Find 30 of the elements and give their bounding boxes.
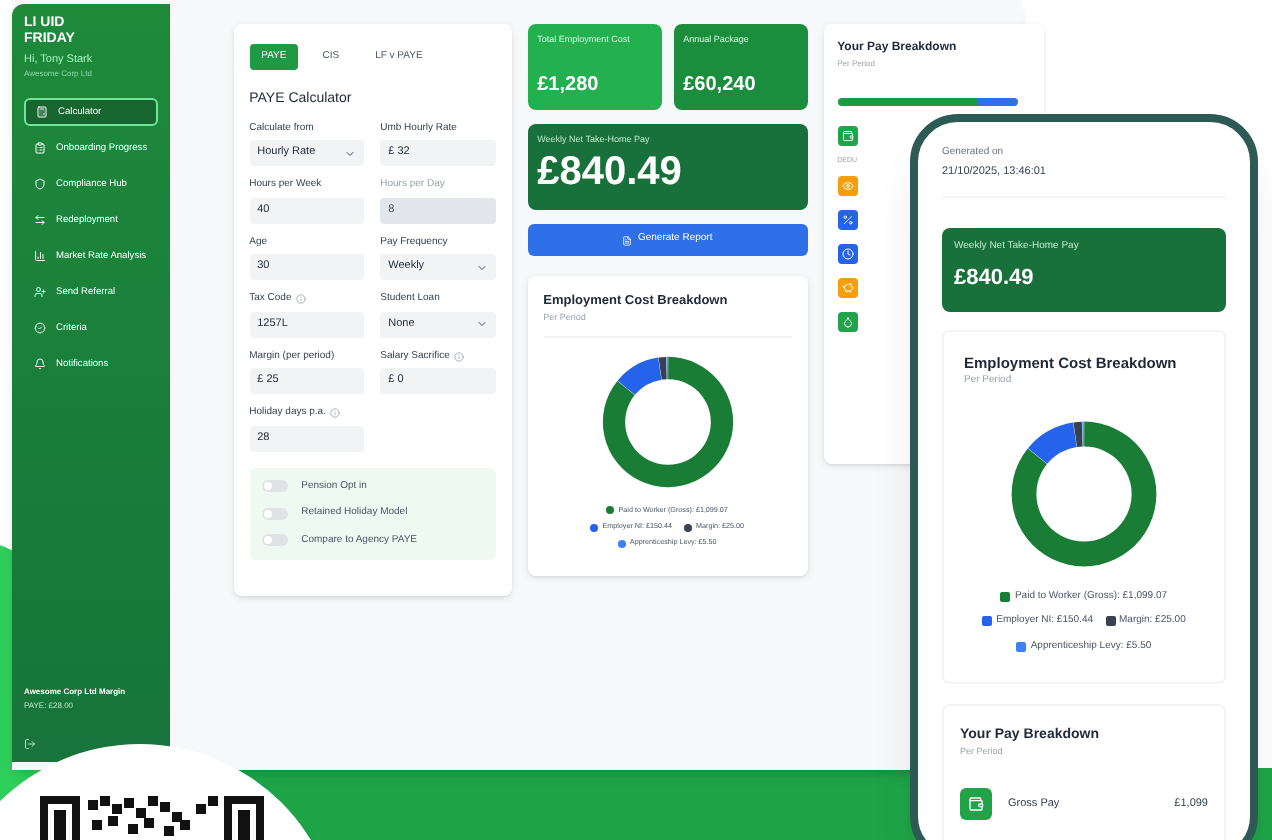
user-plus-icon	[34, 286, 46, 299]
eye-icon	[837, 176, 858, 197]
toggle-switch[interactable]	[261, 480, 288, 493]
bar-chart-icon	[34, 250, 46, 263]
net-pay-value: £840.49	[954, 264, 1036, 295]
wallet-icon	[837, 126, 858, 146]
info-icon[interactable]	[295, 294, 306, 305]
arrows-icon	[34, 214, 46, 227]
toggle-switch[interactable]	[261, 507, 288, 520]
wallet-icon	[960, 788, 992, 820]
stat-value: £1,280	[537, 72, 601, 100]
piggy-bank-icon	[837, 278, 858, 299]
chevron-down-icon	[475, 318, 488, 330]
shield-icon	[34, 178, 46, 191]
calculator-icon	[36, 106, 48, 119]
document-icon	[621, 235, 632, 245]
stat-value: £60,240	[683, 72, 758, 100]
bell-icon	[34, 358, 46, 371]
net-pay-value: £840.49	[537, 147, 684, 196]
percent-icon	[837, 210, 858, 231]
logout-icon[interactable]	[24, 738, 36, 750]
clipboard-icon	[34, 142, 46, 155]
toggle-switch[interactable]	[261, 534, 288, 547]
clock-icon	[837, 244, 858, 265]
info-icon[interactable]	[453, 351, 464, 362]
chevron-down-icon	[344, 147, 357, 159]
drop-icon	[837, 312, 858, 333]
badge-icon	[34, 322, 46, 335]
chevron-down-icon	[475, 261, 488, 273]
info-icon[interactable]	[329, 408, 340, 419]
